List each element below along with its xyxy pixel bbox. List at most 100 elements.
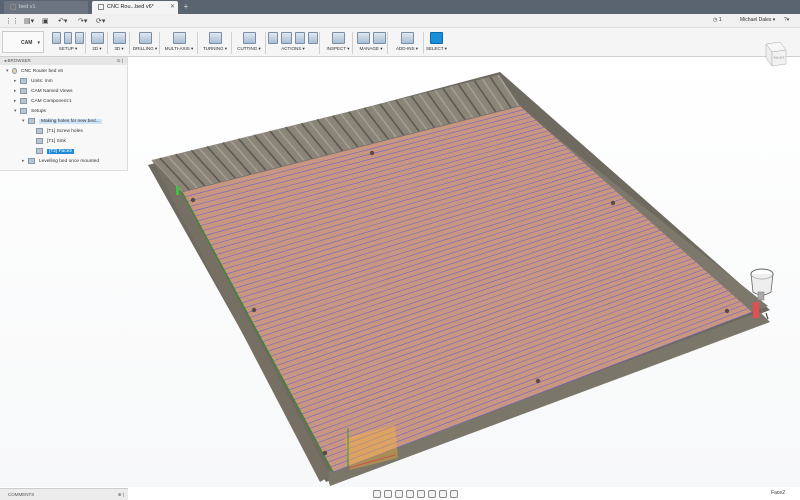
- toolbar-group-label: SELECT ▾: [426, 46, 447, 51]
- tab-cnc-router-bed[interactable]: CNC Rou...bed v6* ✕: [92, 1, 178, 14]
- toolbar-separator: [129, 32, 130, 54]
- toolbar-separator: [423, 32, 424, 54]
- toolbar-group-manage[interactable]: MANAGE ▾: [356, 30, 386, 56]
- view-cube[interactable]: RIGHT: [758, 38, 788, 68]
- toolbar-group-turning[interactable]: TURNING ▾: [200, 30, 230, 56]
- browser-tree-item[interactable]: ▾ CNC Router bed v6: [6, 67, 63, 76]
- op-icon: [36, 137, 43, 144]
- toolbar-separator: [265, 32, 266, 54]
- toolbar-tool-icon[interactable]: [294, 32, 305, 44]
- clock-icon[interactable]: ◷ 1: [713, 17, 722, 23]
- orbit-icon[interactable]: [372, 489, 381, 498]
- browser-tree-item[interactable]: ▾ Making holes for new bed...: [22, 117, 102, 126]
- toolbar-group-inspect[interactable]: INSPECT ▾: [325, 30, 351, 56]
- op-icon: [36, 147, 43, 154]
- tree-item-label: CAM Named Views: [31, 89, 73, 94]
- toolbar-group-add-ins[interactable]: ADD-INS ▾: [392, 30, 422, 56]
- screw-hole: [251, 307, 257, 313]
- redo-icon[interactable]: ↷▾: [78, 17, 87, 25]
- bulb-icon: [12, 67, 17, 74]
- toolbar-tool-icon[interactable]: [281, 32, 292, 44]
- toolbar-tool-icon[interactable]: [112, 32, 126, 44]
- toolbar-tool-icon[interactable]: [429, 32, 443, 44]
- screw-hole: [724, 308, 730, 314]
- zoom-icon[interactable]: [405, 489, 414, 498]
- toolbar-tool-icon[interactable]: [208, 32, 222, 44]
- close-icon[interactable]: ✕: [170, 1, 175, 14]
- document-tab-bar: bed v1 CNC Rou...bed v6* ✕ +: [0, 0, 800, 14]
- toolbar-group-setup[interactable]: SETUP ▾: [52, 30, 85, 56]
- toolbar-group-label: MULTI-AXIS ▾: [164, 46, 194, 51]
- add-comment-icon[interactable]: ⊕ |: [118, 489, 124, 500]
- toolbar-group-label: MANAGE ▾: [359, 46, 383, 51]
- screw-hole: [190, 197, 196, 203]
- browser-tree-item[interactable]: ▸ CAM Named Views: [14, 87, 73, 96]
- toolbar-group-2d[interactable]: 2D ▾: [88, 30, 106, 56]
- help-icon[interactable]: ?▾: [784, 17, 789, 23]
- toolbar-separator: [387, 32, 388, 54]
- toolbar-tool-icon[interactable]: [172, 32, 186, 44]
- toolbar-group-label: INSPECT ▾: [326, 46, 350, 51]
- browser-tree-item[interactable]: ▾ Setups: [14, 107, 46, 116]
- browser-tree-item[interactable]: ▸ CAM Component:1: [14, 97, 72, 106]
- toolbar-tool-icon[interactable]: [138, 32, 152, 44]
- browser-tree-item[interactable]: [T1] Sink: [30, 137, 66, 146]
- toolbar-tool-icon[interactable]: [331, 32, 345, 44]
- toolbar-group-multi-axis[interactable]: MULTI-AXIS ▾: [162, 30, 196, 56]
- toolbar-tool-icon[interactable]: [63, 32, 73, 44]
- toolbar-group-select[interactable]: SELECT ▾: [426, 30, 447, 56]
- toolbar-tool-icon[interactable]: [372, 32, 386, 44]
- comments-panel[interactable]: COMMENTS ⊕ |: [0, 488, 128, 500]
- toolbar-tool-icon[interactable]: [307, 32, 318, 44]
- tab-bed-v1[interactable]: bed v1: [4, 1, 88, 14]
- rail-tooth: [765, 312, 769, 320]
- grid-menu-icon[interactable]: ⋮⋮: [5, 17, 19, 25]
- browser-title: BROWSER: [7, 58, 31, 63]
- toolbar-group-drilling[interactable]: DRILLING ▾: [132, 30, 158, 56]
- pan-icon[interactable]: [394, 489, 403, 498]
- toolbar-separator: [197, 32, 198, 54]
- grid-settings-icon[interactable]: [438, 489, 447, 498]
- screw-hole: [322, 450, 328, 456]
- toolbar-group-label: CUTTING ▾: [237, 46, 261, 51]
- panel-pin-icon[interactable]: ⊙ |: [117, 57, 123, 65]
- tree-item-label: Units: mm: [31, 79, 53, 84]
- browser-panel: ◂ BROWSER ⊙ | ▾ CNC Router bed v6 ▸ Units: …: [0, 57, 128, 171]
- document-icon: [10, 3, 16, 10]
- toolbar-tool-icon[interactable]: [75, 32, 85, 44]
- undo-icon[interactable]: ↶▾: [58, 17, 67, 25]
- new-tab-button[interactable]: +: [181, 2, 191, 12]
- toolbar-tool-icon[interactable]: [268, 32, 279, 44]
- job-count: 1: [718, 17, 722, 23]
- tab-label: CNC Rou...bed v6*: [107, 4, 154, 10]
- toolbar-tool-icon[interactable]: [90, 32, 104, 44]
- user-menu[interactable]: Michael Dales ▾: [740, 17, 775, 23]
- zoom-window-icon[interactable]: [416, 489, 425, 498]
- toolbar-tool-icon[interactable]: [400, 32, 414, 44]
- toolbar-group-label: ACTIONS ▾: [281, 46, 305, 51]
- axis-marker-green: [176, 186, 179, 195]
- tree-item-label: Setups: [31, 109, 46, 114]
- look-at-icon[interactable]: [383, 489, 392, 498]
- save-icon[interactable]: ▣: [42, 17, 49, 25]
- history-icon[interactable]: ⟳▾: [96, 17, 105, 25]
- toolbar-tool-icon[interactable]: [242, 32, 256, 44]
- toolbar-tool-icon[interactable]: [52, 32, 61, 44]
- workspace-switcher[interactable]: CAM ▾: [2, 31, 44, 53]
- display-settings-icon[interactable]: [427, 489, 436, 498]
- toolbar-group-3d[interactable]: 3D ▾: [110, 30, 128, 56]
- toolbar-group-cutting[interactable]: CUTTING ▾: [234, 30, 264, 56]
- tree-item-label: Levelling bed once mounted: [39, 159, 100, 164]
- browser-tree-item[interactable]: ▸ Levelling bed once mounted: [22, 157, 99, 166]
- browser-tree-item[interactable]: [T2] Face2: [30, 147, 74, 156]
- browser-tree-item[interactable]: [T1] Screw holes: [30, 127, 83, 136]
- tree-item-label: CNC Router bed v6: [21, 69, 63, 74]
- screw-hole: [610, 200, 616, 206]
- user-name: Michael Dales: [740, 17, 772, 23]
- browser-tree-item[interactable]: ▸ Units: mm: [14, 77, 53, 86]
- viewports-icon[interactable]: [449, 489, 458, 498]
- toolbar-group-actions[interactable]: ACTIONS ▾: [268, 30, 318, 56]
- file-icon[interactable]: ▤▾: [24, 17, 34, 25]
- op-icon: [36, 127, 43, 134]
- toolbar-tool-icon[interactable]: [356, 32, 370, 44]
